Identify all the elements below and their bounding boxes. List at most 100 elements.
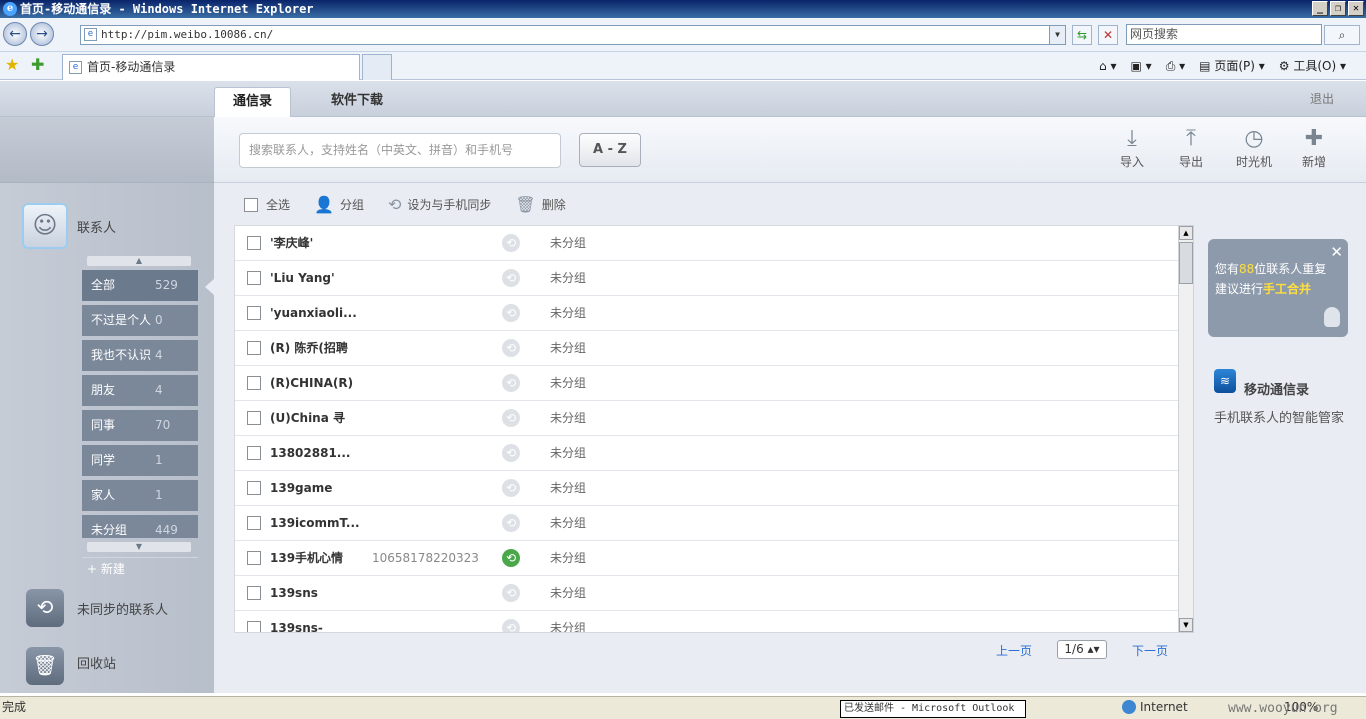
new-tab-button[interactable] (362, 54, 392, 80)
tools-menu[interactable]: ⚙ 工具(O) ▾ (1279, 56, 1346, 76)
contact-name[interactable]: 139手机心情 (270, 541, 343, 575)
restore-button[interactable]: ❐ (1330, 1, 1346, 16)
web-search-button[interactable]: ⌕ (1324, 25, 1360, 45)
unsynced-icon[interactable]: ⟲ (26, 589, 64, 627)
forward-button[interactable]: → (30, 22, 54, 46)
table-row[interactable]: (R) 陈乔(招聘 ⟲ 未分组 (235, 331, 1178, 366)
row-checkbox[interactable] (247, 621, 261, 632)
next-page-link[interactable]: 下一页 (1132, 642, 1168, 659)
sync-status-icon[interactable]: ⟲ (502, 514, 520, 532)
close-window-button[interactable]: ✕ (1348, 1, 1364, 16)
page-select[interactable]: 1/6 ▴▾ (1057, 640, 1107, 659)
row-checkbox[interactable] (247, 376, 261, 390)
sidebar-item-group[interactable]: 我也不认识 4 (82, 340, 198, 371)
sync-status-icon[interactable]: ⟲ (502, 234, 520, 252)
table-row[interactable]: (R)CHINA(R) ⟲ 未分组 (235, 366, 1178, 401)
recycle-bin-link[interactable]: 回收站 (77, 653, 116, 672)
table-row[interactable]: '李庆峰' ⟲ 未分组 (235, 226, 1178, 261)
contact-name[interactable]: 139sns- (270, 611, 323, 632)
close-icon[interactable]: ✕ (1330, 242, 1343, 262)
groups-scroll-down[interactable]: ▼ (87, 542, 191, 552)
table-row[interactable]: (U)China 寻 ⟲ 未分组 (235, 401, 1178, 436)
add-favorite-icon[interactable]: ✚ (31, 55, 44, 74)
sync-status-icon[interactable]: ⟲ (502, 479, 520, 497)
row-checkbox[interactable] (247, 341, 261, 355)
scroll-up-icon[interactable]: ▲ (1179, 226, 1193, 240)
refresh-button[interactable]: ⇆ (1072, 25, 1092, 45)
contact-name[interactable]: 13802881... (270, 436, 350, 470)
contact-name[interactable]: (R) 陈乔(招聘 (270, 331, 348, 365)
sidebar-item-ungrouped[interactable]: 未分组 449 (82, 515, 198, 538)
minimize-button[interactable]: _ (1312, 1, 1328, 16)
scroll-down-icon[interactable]: ▼ (1179, 618, 1193, 632)
row-checkbox[interactable] (247, 236, 261, 250)
contact-name[interactable]: 139game (270, 471, 332, 505)
sync-status-icon[interactable]: ⟲ (502, 584, 520, 602)
table-row[interactable]: 139game ⟲ 未分组 (235, 471, 1178, 506)
address-dropdown-icon[interactable]: ▼ (1049, 26, 1065, 44)
sync-status-icon[interactable]: ⟲ (502, 339, 520, 357)
row-checkbox[interactable] (247, 551, 261, 565)
table-row[interactable]: 'Liu Yang' ⟲ 未分组 (235, 261, 1178, 296)
sync-status-icon[interactable]: ⟲ (502, 374, 520, 392)
sidebar-item-classmates[interactable]: 同学 1 (82, 445, 198, 476)
row-checkbox[interactable] (247, 306, 261, 320)
sync-status-icon[interactable]: ⟲ (502, 549, 520, 567)
logout-link[interactable]: 退出 (1310, 90, 1334, 107)
favorites-star-icon[interactable]: ★ (5, 55, 19, 74)
sidebar-item-colleagues[interactable]: 同事 70 (82, 410, 198, 441)
table-row[interactable]: 139icommT... ⟲ 未分组 (235, 506, 1178, 541)
export-button[interactable]: ⤒ 导出 (1171, 125, 1211, 170)
trash-icon[interactable]: 🗑 (26, 647, 64, 685)
scroll-thumb[interactable] (1179, 242, 1193, 284)
add-contact-button[interactable]: ✚ 新增 (1294, 125, 1334, 170)
row-checkbox[interactable] (247, 271, 261, 285)
checkbox[interactable] (244, 197, 258, 212)
group-action-button[interactable]: 👤 分组 (314, 195, 364, 214)
sync-status-icon[interactable]: ⟲ (502, 409, 520, 427)
tab-software-download[interactable]: 软件下载 (313, 87, 401, 117)
table-row[interactable]: 13802881... ⟲ 未分组 (235, 436, 1178, 471)
row-checkbox[interactable] (247, 586, 261, 600)
web-search-input[interactable]: 网页搜索 (1126, 24, 1322, 45)
contact-name[interactable]: (U)China 寻 (270, 401, 345, 435)
sync-status-icon[interactable]: ⟲ (502, 304, 520, 322)
sync-status-icon[interactable]: ⟲ (502, 444, 520, 462)
row-checkbox[interactable] (247, 481, 261, 495)
list-scrollbar[interactable]: ▲ ▼ (1178, 225, 1194, 633)
contact-name[interactable]: 'Liu Yang' (270, 261, 335, 295)
home-icon[interactable]: ⌂ ▾ (1099, 56, 1116, 76)
table-row[interactable]: 139手机心情 10658178220323 ⟲ 未分组 (235, 541, 1178, 576)
contact-name[interactable]: 139icommT... (270, 506, 360, 540)
contacts-icon[interactable]: ☺ (22, 203, 68, 249)
prev-page-link[interactable]: 上一页 (996, 642, 1032, 659)
browser-tab-active[interactable]: e 首页-移动通信录 (62, 54, 360, 80)
select-all-checkbox[interactable]: 全选 (244, 196, 290, 213)
row-checkbox[interactable] (247, 411, 261, 425)
contact-search-input[interactable]: 搜索联系人，支持姓名（中英文、拼音）和手机号 (239, 133, 561, 168)
import-button[interactable]: ⤓ 导入 (1112, 125, 1152, 170)
delete-action-button[interactable]: 🗑 删除 (515, 195, 565, 214)
time-machine-button[interactable]: ◷ 时光机 (1234, 125, 1274, 170)
unsynced-contacts-link[interactable]: 未同步的联系人 (77, 599, 168, 618)
sidebar-item-family[interactable]: 家人 1 (82, 480, 198, 511)
back-button[interactable]: ← (3, 22, 27, 46)
print-icon[interactable]: ⎙ ▾ (1166, 56, 1185, 76)
contact-name[interactable]: '李庆峰' (270, 226, 313, 260)
feeds-icon[interactable]: ▣ ▾ (1131, 56, 1152, 76)
sync-status-icon[interactable]: ⟲ (502, 619, 520, 632)
contact-name[interactable]: 139sns (270, 576, 318, 610)
sidebar-item-all[interactable]: 全部 529 (82, 270, 198, 301)
sidebar-item-group[interactable]: 不过是个人 0 (82, 305, 198, 336)
az-sort-button[interactable]: A - Z (579, 133, 641, 167)
row-checkbox[interactable] (247, 516, 261, 530)
row-checkbox[interactable] (247, 446, 261, 460)
table-row[interactable]: 'yuanxiaoli... ⟲ 未分组 (235, 296, 1178, 331)
tab-contacts[interactable]: 通信录 (214, 87, 292, 117)
address-input[interactable]: e http://pim.weibo.10086.cn/ ▼ (80, 25, 1066, 45)
table-row[interactable]: 139sns- ⟲ 未分组 (235, 611, 1178, 632)
contact-name[interactable]: 'yuanxiaoli... (270, 296, 357, 330)
page-menu[interactable]: ▤ 页面(P) ▾ (1199, 56, 1265, 76)
sync-action-button[interactable]: ⟲ 设为与手机同步 (388, 195, 491, 214)
new-group-button[interactable]: + 新建 (82, 557, 198, 579)
